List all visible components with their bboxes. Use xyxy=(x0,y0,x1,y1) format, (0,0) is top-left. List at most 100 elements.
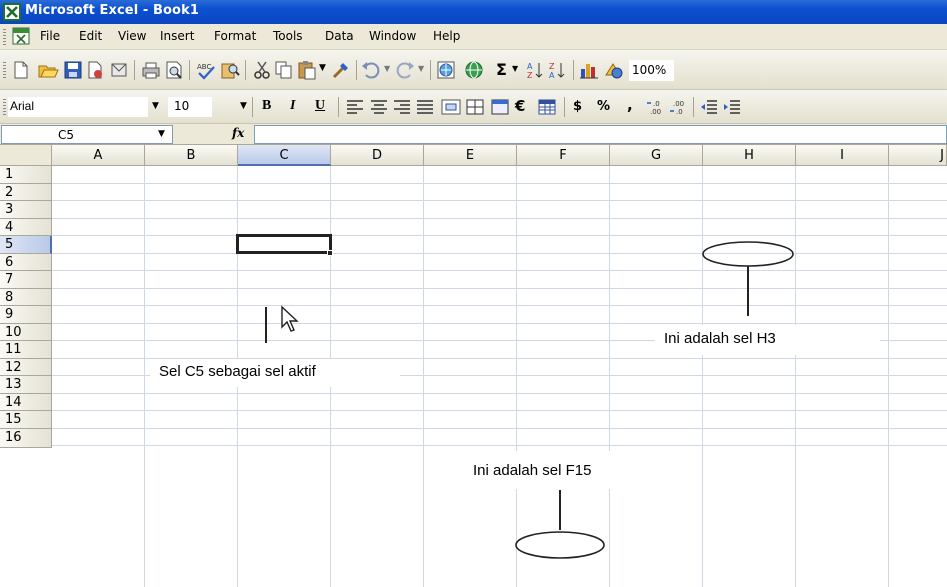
spelling-icon[interactable]: ABC xyxy=(195,59,217,81)
column-header-a[interactable]: A xyxy=(52,145,145,166)
toolbar-grip[interactable] xyxy=(3,99,6,115)
percent-button[interactable]: % xyxy=(597,99,610,114)
select-all-corner[interactable] xyxy=(0,145,52,166)
formula-input[interactable] xyxy=(254,125,947,144)
column-header-j[interactable]: J xyxy=(889,145,947,166)
font-name-box[interactable]: Arial xyxy=(8,97,148,117)
increase-decimal-icon[interactable]: .0.00 xyxy=(645,96,667,118)
column-header-d[interactable]: D xyxy=(331,145,424,166)
column-header-c[interactable]: C xyxy=(238,145,331,166)
permission-icon[interactable] xyxy=(84,59,106,81)
column-header-e[interactable]: E xyxy=(424,145,517,166)
column-header-b[interactable]: B xyxy=(145,145,238,166)
excel-app-icon[interactable] xyxy=(3,3,21,21)
table-format-icon[interactable] xyxy=(536,96,558,118)
format-painter-icon[interactable] xyxy=(330,59,352,81)
row-header-6[interactable]: 6 xyxy=(0,253,52,271)
row-header-11[interactable]: 11 xyxy=(0,341,52,359)
undo-icon[interactable] xyxy=(360,59,382,81)
menubar-grip[interactable] xyxy=(3,29,6,45)
row-header-9[interactable]: 9 xyxy=(0,306,52,324)
align-left-icon[interactable] xyxy=(344,96,366,118)
menu-view[interactable]: View xyxy=(118,29,146,43)
hyperlink-globe-icon[interactable] xyxy=(463,59,485,81)
comma-button[interactable]: , xyxy=(627,96,633,114)
decrease-indent-icon[interactable] xyxy=(698,96,720,118)
name-box[interactable]: C5 ▼ xyxy=(1,125,173,144)
row-header-2[interactable]: 2 xyxy=(0,183,52,201)
align-right-icon[interactable] xyxy=(391,96,413,118)
cut-icon[interactable] xyxy=(251,59,273,81)
row-header-14[interactable]: 14 xyxy=(0,393,52,411)
row-header-10[interactable]: 10 xyxy=(0,323,52,341)
formatting-toolbar: Arial ▼ 10 ▼ B I U € $ % , .0.00 .00.0 xyxy=(0,90,947,124)
row-header-8[interactable]: 8 xyxy=(0,288,52,306)
print-preview-icon[interactable] xyxy=(163,59,185,81)
fill-handle[interactable] xyxy=(327,250,333,256)
menu-insert[interactable]: Insert xyxy=(160,29,194,43)
menu-tools[interactable]: Tools xyxy=(273,29,303,43)
fill-color-icon[interactable] xyxy=(489,96,511,118)
row-header-1[interactable]: 1 xyxy=(0,166,52,184)
save-icon[interactable] xyxy=(62,59,84,81)
menu-help[interactable]: Help xyxy=(433,29,460,43)
open-icon[interactable] xyxy=(37,59,59,81)
menu-file[interactable]: File xyxy=(40,29,60,43)
undo-dropdown-icon[interactable]: ▼ xyxy=(384,64,390,73)
zoom-box[interactable]: 100% xyxy=(629,60,674,81)
toolbar-separator xyxy=(573,60,574,80)
redo-icon[interactable] xyxy=(394,59,416,81)
row-header-16[interactable]: 16 xyxy=(0,428,52,448)
active-cell-c5[interactable] xyxy=(236,234,332,254)
italic-button[interactable]: I xyxy=(290,98,295,114)
redo-dropdown-icon[interactable]: ▼ xyxy=(418,64,424,73)
chart-wizard-icon[interactable] xyxy=(578,59,600,81)
underline-button[interactable]: U xyxy=(315,98,325,114)
row-header-13[interactable]: 13 xyxy=(0,376,52,394)
row-header-15[interactable]: 15 xyxy=(0,411,52,429)
insert-function-button[interactable]: fx xyxy=(232,126,244,140)
drawing-icon[interactable] xyxy=(602,59,624,81)
row-header-7[interactable]: 7 xyxy=(0,271,52,289)
gridline xyxy=(52,252,947,254)
merge-center-icon[interactable] xyxy=(440,96,462,118)
column-header-h[interactable]: H xyxy=(703,145,796,166)
borders-icon[interactable] xyxy=(464,96,486,118)
size-dropdown-icon[interactable]: ▼ xyxy=(240,101,247,111)
bold-button[interactable]: B xyxy=(262,98,271,114)
copy-icon[interactable] xyxy=(273,59,295,81)
toolbar-grip[interactable] xyxy=(3,62,6,78)
print-icon[interactable] xyxy=(140,59,162,81)
workbook-icon[interactable] xyxy=(11,26,31,46)
menu-window[interactable]: Window xyxy=(369,29,416,43)
column-header-i[interactable]: I xyxy=(796,145,889,166)
row-header-12[interactable]: 12 xyxy=(0,358,52,376)
font-size-box[interactable]: 10 xyxy=(168,97,212,117)
row-header-5[interactable]: 5 xyxy=(0,236,52,254)
sort-descending-icon[interactable]: ZA xyxy=(546,59,568,81)
new-icon[interactable] xyxy=(10,59,32,81)
euro-button[interactable]: € xyxy=(515,97,525,115)
decrease-decimal-icon[interactable]: .00.0 xyxy=(668,96,690,118)
column-header-f[interactable]: F xyxy=(517,145,610,166)
sort-ascending-icon[interactable]: AZ xyxy=(524,59,546,81)
font-dropdown-icon[interactable]: ▼ xyxy=(152,101,159,111)
autosum-dropdown-icon[interactable]: ▼ xyxy=(512,64,518,73)
row-header-3[interactable]: 3 xyxy=(0,201,52,219)
name-box-dropdown-icon[interactable]: ▼ xyxy=(158,129,165,139)
research-icon[interactable] xyxy=(219,59,241,81)
insert-hyperlink-icon[interactable] xyxy=(435,59,457,81)
align-center-icon[interactable] xyxy=(368,96,390,118)
menu-data[interactable]: Data xyxy=(325,29,354,43)
row-header-4[interactable]: 4 xyxy=(0,218,52,236)
increase-indent-icon[interactable] xyxy=(721,96,743,118)
justify-icon[interactable] xyxy=(414,96,436,118)
column-header-g[interactable]: G xyxy=(610,145,703,166)
currency-button[interactable]: $ xyxy=(573,99,582,114)
paste-icon[interactable] xyxy=(296,59,318,81)
paste-dropdown-icon[interactable]: ▼ xyxy=(319,63,326,73)
menu-edit[interactable]: Edit xyxy=(79,29,102,43)
email-icon[interactable] xyxy=(108,59,130,81)
autosum-icon[interactable]: Σ xyxy=(496,60,507,79)
menu-format[interactable]: Format xyxy=(214,29,256,43)
